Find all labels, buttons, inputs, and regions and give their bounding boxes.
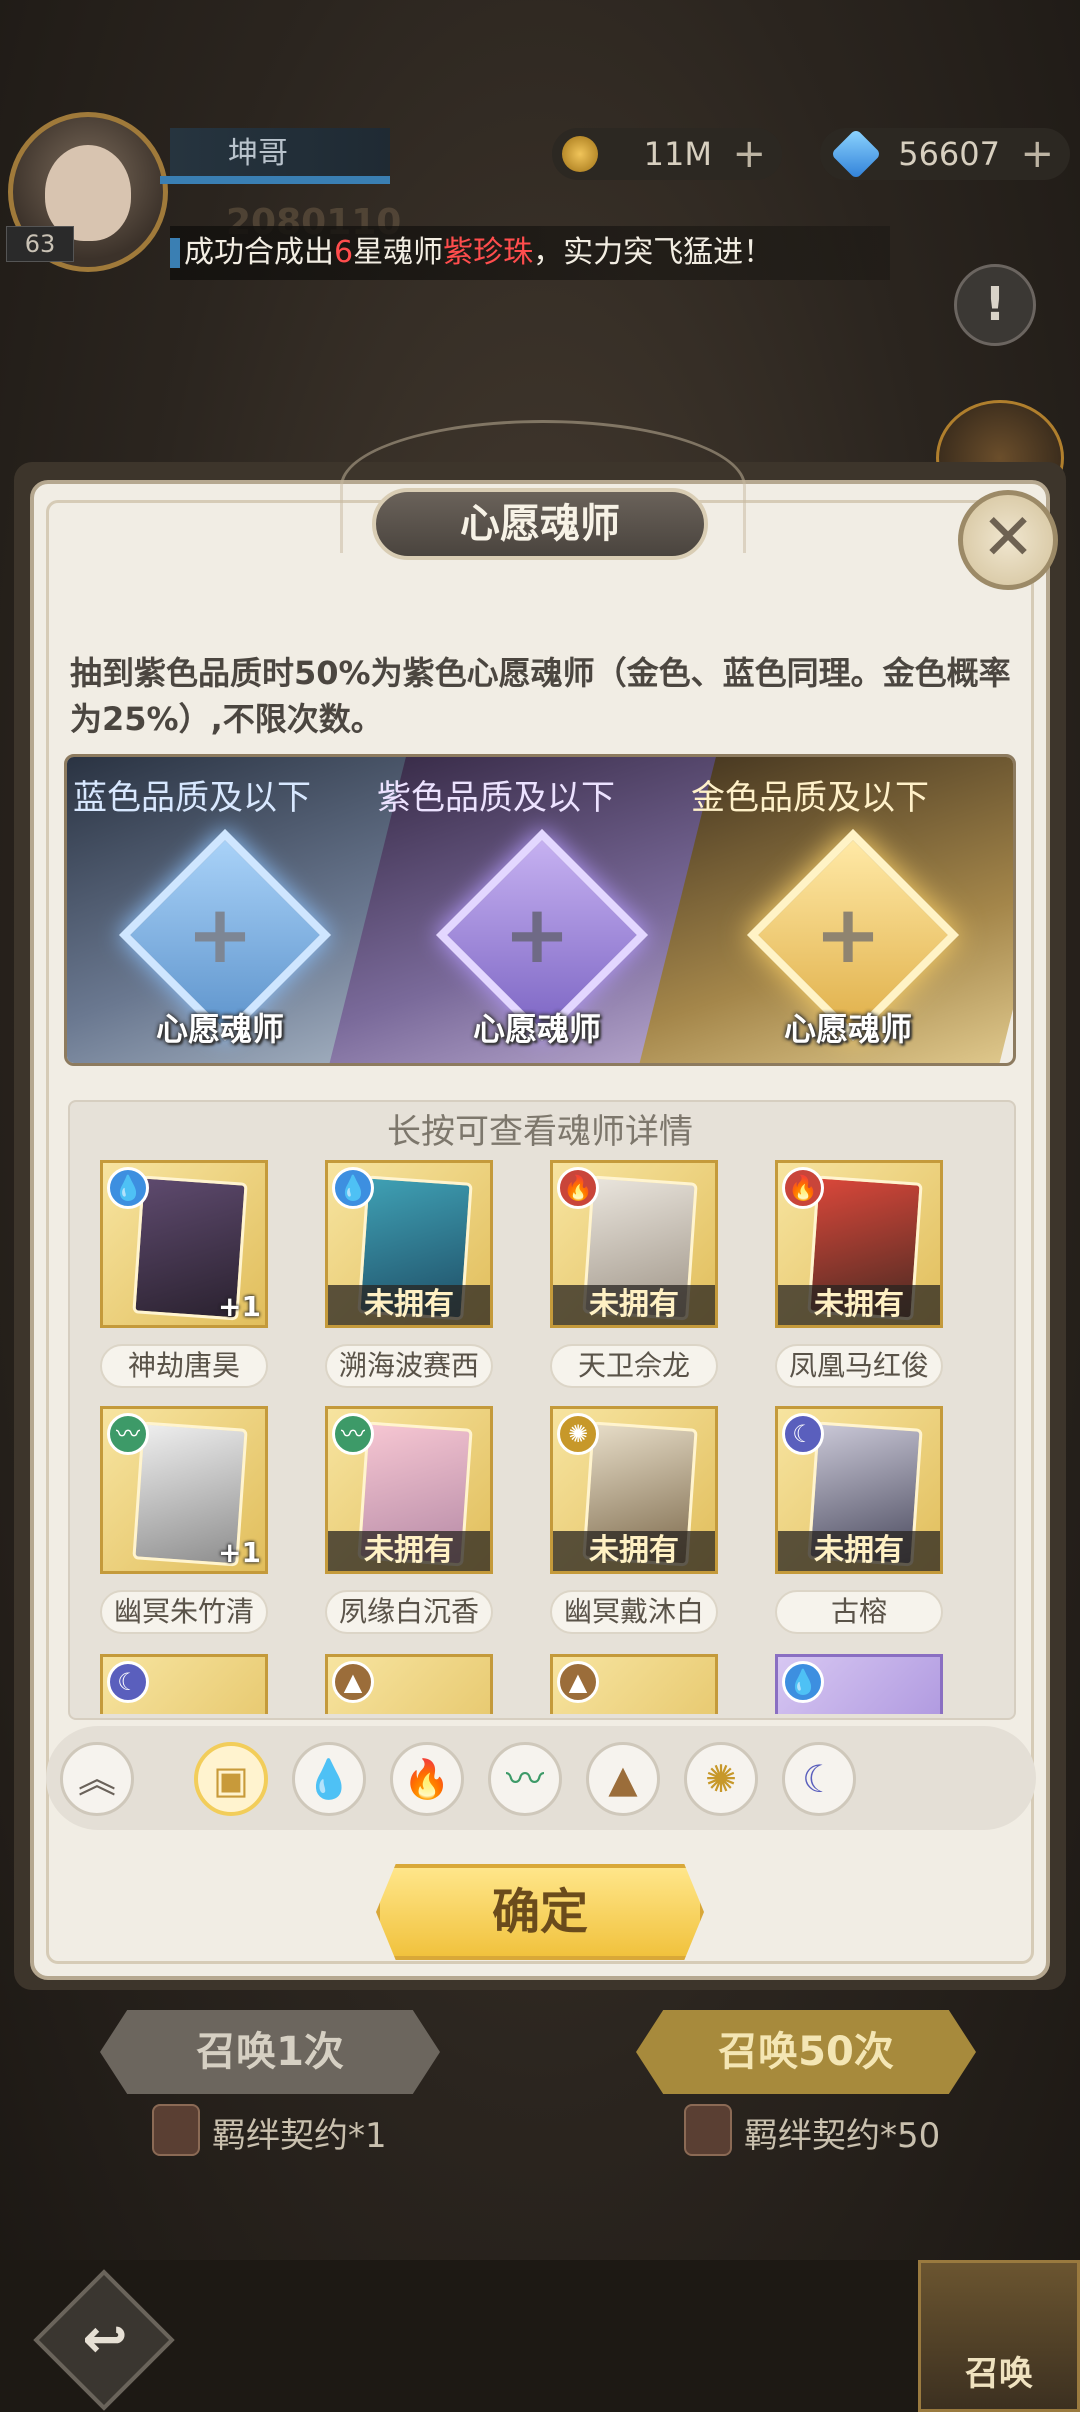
gold-slot-label: 金色品质及以下 bbox=[691, 778, 929, 818]
gem-counter: 56607 + bbox=[820, 128, 1070, 180]
hero-name: 凤凰马红俊 bbox=[775, 1344, 943, 1388]
filter-wind-icon[interactable]: 〰 bbox=[488, 1742, 562, 1816]
hero-status: 未拥有 bbox=[553, 1285, 715, 1325]
hero-name: 幽冥朱竹清 bbox=[100, 1590, 268, 1634]
coin-value: 11M bbox=[643, 135, 712, 173]
hero-name: 夙缘白沉香 bbox=[325, 1590, 493, 1634]
hero-name: 古榕 bbox=[775, 1590, 943, 1634]
hero-card[interactable]: ✺ 未拥有 bbox=[550, 1406, 718, 1574]
marquee-tag bbox=[170, 238, 180, 268]
back-arrow-icon: ↩ bbox=[82, 2307, 128, 2370]
close-button[interactable]: ✕ bbox=[958, 490, 1058, 590]
filter-fire-icon[interactable]: 🔥 bbox=[390, 1742, 464, 1816]
add-coin-button[interactable]: + bbox=[732, 128, 766, 180]
hero-status: +1 bbox=[218, 1536, 261, 1569]
hero-card[interactable]: 💧 +1 bbox=[100, 1160, 268, 1328]
marquee-prefix: 成功合成出 bbox=[184, 235, 334, 270]
dark-icon: ☾ bbox=[782, 1413, 824, 1455]
summon-50-button[interactable]: 召唤50次 bbox=[636, 2010, 976, 2094]
hero-card[interactable]: ▲ bbox=[325, 1654, 493, 1714]
dialog-title: 心愿魂师 bbox=[372, 488, 708, 560]
alert-button[interactable]: ! bbox=[954, 264, 1036, 346]
hero-grid-row-partial: ☾ ▲ ▲ 💧 bbox=[68, 1650, 1012, 1714]
hero-card[interactable]: 💧 未拥有 bbox=[325, 1160, 493, 1328]
bottom-summon-label: 召唤 bbox=[965, 2354, 1033, 2394]
contract-cost-1: 羁绊契约*1 bbox=[212, 2116, 387, 2156]
blue-slot-name: 心愿魂师 bbox=[155, 1010, 284, 1048]
earth-icon: ▲ bbox=[332, 1661, 374, 1703]
fire-icon: 🔥 bbox=[557, 1167, 599, 1209]
hero-status: 未拥有 bbox=[553, 1531, 715, 1571]
dark-icon: ☾ bbox=[107, 1661, 149, 1703]
diamond-icon bbox=[830, 128, 882, 180]
coin-counter: 11M + bbox=[552, 128, 782, 180]
player-name: 坤哥 bbox=[170, 128, 390, 180]
fire-icon: 🔥 bbox=[782, 1167, 824, 1209]
earth-icon: ▲ bbox=[557, 1661, 599, 1703]
filter-dark-icon[interactable]: ☾ bbox=[782, 1742, 856, 1816]
contract-cost-50: 羁绊契约*50 bbox=[744, 2116, 941, 2156]
water-icon: 💧 bbox=[107, 1167, 149, 1209]
add-gem-button[interactable]: + bbox=[1020, 128, 1054, 180]
hero-status: 未拥有 bbox=[328, 1531, 490, 1571]
contract-icon bbox=[684, 2104, 732, 2156]
purple-slot-label: 紫色品质及以下 bbox=[377, 778, 615, 818]
hero-status: 未拥有 bbox=[778, 1285, 940, 1325]
hero-name: 幽冥戴沐白 bbox=[550, 1590, 718, 1634]
hero-name: 溯海波赛西 bbox=[325, 1344, 493, 1388]
hero-status: 未拥有 bbox=[328, 1285, 490, 1325]
player-level: 63 bbox=[6, 226, 74, 262]
purple-add-icon: + bbox=[503, 888, 571, 981]
gold-slot-name: 心愿魂师 bbox=[783, 1010, 912, 1048]
contract-icon bbox=[152, 2104, 200, 2156]
hero-name: 天卫佘龙 bbox=[550, 1344, 718, 1388]
filter-light-icon[interactable]: ✺ bbox=[684, 1742, 758, 1816]
water-icon: 💧 bbox=[782, 1661, 824, 1703]
blue-slot-label: 蓝色品质及以下 bbox=[73, 778, 311, 818]
wind-icon: 〰 bbox=[107, 1413, 149, 1455]
water-icon: 💧 bbox=[332, 1167, 374, 1209]
wind-icon: 〰 bbox=[332, 1413, 374, 1455]
hero-card[interactable]: ☾ 未拥有 bbox=[775, 1406, 943, 1574]
exp-bar bbox=[160, 176, 390, 184]
grid-hint: 长按可查看魂师详情 bbox=[387, 1112, 693, 1152]
marquee-middle: 星魂师 bbox=[353, 235, 444, 270]
announcement-marquee: 成功合成出6星魂师紫珍珠，实力突飞猛进！ bbox=[170, 226, 890, 280]
filter-earth-icon[interactable]: ▲ bbox=[586, 1742, 660, 1816]
marquee-suffix: ，实力突飞猛进！ bbox=[533, 235, 774, 270]
collapse-chevron-icon[interactable]: ︽ bbox=[60, 1742, 134, 1816]
hero-card[interactable]: 💧 bbox=[775, 1654, 943, 1714]
hero-card[interactable]: 〰 +1 bbox=[100, 1406, 268, 1574]
hero-card[interactable]: ▲ bbox=[550, 1654, 718, 1714]
summon-1-button[interactable]: 召唤1次 bbox=[100, 2010, 440, 2094]
purple-slot-name: 心愿魂师 bbox=[472, 1010, 601, 1048]
marquee-hero: 紫珍珠 bbox=[443, 235, 534, 270]
light-icon: ✺ bbox=[557, 1413, 599, 1455]
gem-value: 56607 bbox=[898, 135, 1000, 173]
hero-card[interactable]: 🔥 未拥有 bbox=[550, 1160, 718, 1328]
dialog-description: 抽到紫色品质时50%为紫色心愿魂师（金色、蓝色同理。金色概率为25%）,不限次数… bbox=[70, 654, 1011, 738]
marquee-star: 6 bbox=[334, 235, 354, 270]
coin-icon bbox=[562, 136, 598, 172]
filter-all-box-icon[interactable]: ▣ bbox=[194, 1742, 268, 1816]
hero-status: +1 bbox=[218, 1290, 261, 1323]
filter-water-icon[interactable]: 💧 bbox=[292, 1742, 366, 1816]
hero-card[interactable]: 🔥 未拥有 bbox=[775, 1160, 943, 1328]
gold-add-icon: + bbox=[814, 888, 882, 981]
blue-add-icon: + bbox=[186, 888, 254, 981]
confirm-button[interactable]: 确定 bbox=[376, 1864, 704, 1960]
hero-name: 神劫唐昊 bbox=[100, 1344, 268, 1388]
hero-card[interactable]: ☾ bbox=[100, 1654, 268, 1714]
hero-card[interactable]: 〰 未拥有 bbox=[325, 1406, 493, 1574]
hero-status: 未拥有 bbox=[778, 1531, 940, 1571]
